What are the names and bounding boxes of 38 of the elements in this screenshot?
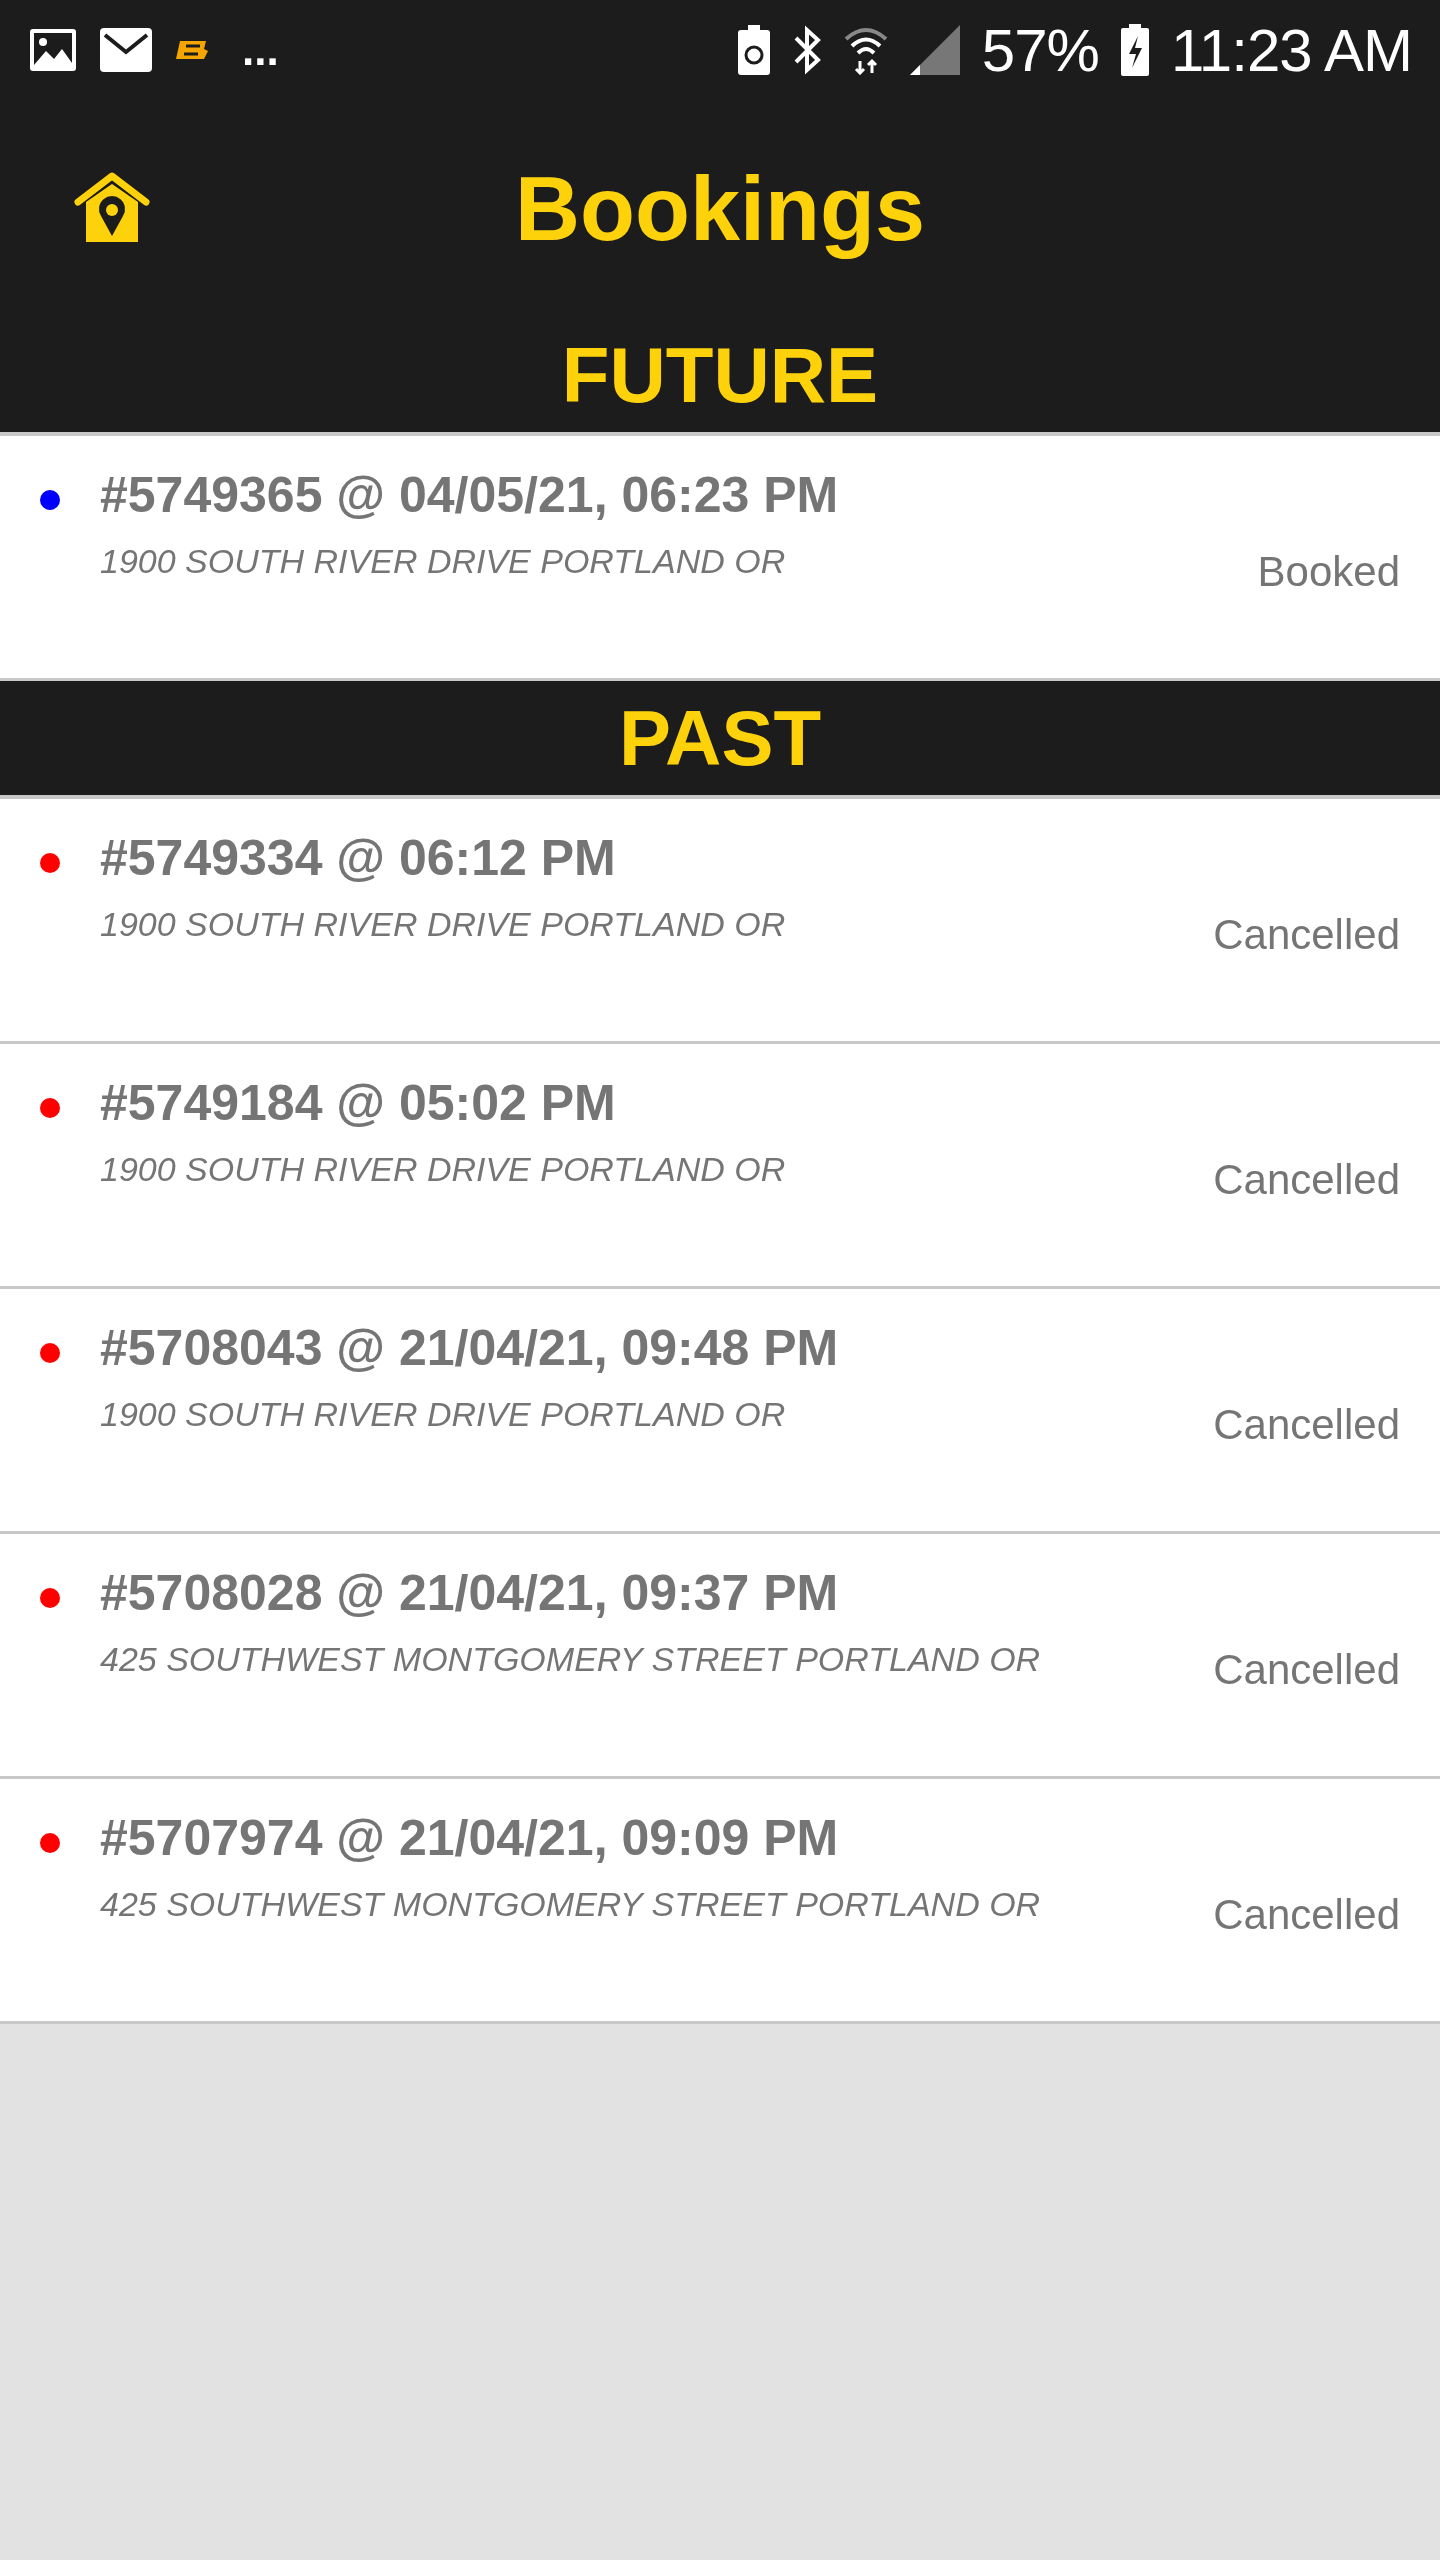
booking-row[interactable]: #5749334 @ 06:12 PM 1900 SOUTH RIVER DRIVE PORTLAND OR Cancelled (0, 799, 1440, 1044)
more-notifications: ... (242, 25, 279, 75)
signal-icon (909, 25, 960, 75)
home-location-button[interactable] (74, 172, 150, 244)
booking-title: #5749334 @ 06:12 PM (100, 829, 617, 887)
booking-row[interactable]: #5749365 @ 04/05/21, 06:23 PM 1900 SOUTH RIVER DRIVE PORTLAND OR Booked (0, 436, 1440, 681)
booking-title: #5749184 @ 05:02 PM (100, 1074, 617, 1132)
battery-charging-icon (1120, 24, 1149, 76)
booking-status: Cancelled (1213, 1401, 1400, 1450)
booking-row[interactable]: #5749184 @ 05:02 PM 1900 SOUTH RIVER DRIVE PORTLAND OR Cancelled (0, 1044, 1440, 1289)
booking-title: #5707974 @ 21/04/21, 09:09 PM (100, 1809, 840, 1867)
booking-status: Cancelled (1213, 1646, 1400, 1695)
booking-address: 1900 SOUTH RIVER DRIVE PORTLAND OR (100, 905, 787, 944)
booking-address: 425 SOUTHWEST MONTGOMERY STREET PORTLAND OR (100, 1640, 1042, 1679)
battery-saver-icon (737, 25, 770, 75)
booking-address: 1900 SOUTH RIVER DRIVE PORTLAND OR (100, 542, 787, 581)
booking-address: 425 SOUTHWEST MONTGOMERY STREET PORTLAND OR (100, 1885, 1042, 1924)
booking-title: #5708028 @ 21/04/21, 09:37 PM (100, 1564, 840, 1622)
booking-status: Cancelled (1213, 911, 1400, 960)
booking-title: #5708043 @ 21/04/21, 09:48 PM (100, 1319, 840, 1377)
booking-status: Booked (1257, 548, 1400, 597)
booking-row[interactable]: #5707974 @ 21/04/21, 09:09 PM 425 SOUTHWEST MONTGOMERY STREET PORTLAND OR Cancelled (0, 1779, 1440, 2024)
booking-title: #5749365 @ 04/05/21, 06:23 PM (100, 466, 840, 524)
booking-status: Cancelled (1213, 1891, 1400, 1940)
app-logo-icon (174, 39, 210, 61)
booking-status: Cancelled (1213, 1156, 1400, 1205)
battery-percentage: 57% (981, 15, 1099, 85)
clock: 11:23 AM (1170, 15, 1412, 85)
booking-address: 1900 SOUTH RIVER DRIVE PORTLAND OR (100, 1150, 787, 1189)
booking-address: 1900 SOUTH RIVER DRIVE PORTLAND OR (100, 1395, 787, 1434)
wifi-icon (843, 25, 888, 75)
page-title: Bookings (515, 157, 925, 261)
mail-icon (100, 28, 152, 72)
section-title: PAST (618, 692, 822, 784)
section-title: FUTURE (561, 329, 879, 421)
booking-row[interactable]: #5708028 @ 21/04/21, 09:37 PM 425 SOUTHWEST MONTGOMERY STREET PORTLAND OR Cancelled (0, 1534, 1440, 1779)
booking-row[interactable]: #5708043 @ 21/04/21, 09:48 PM 1900 SOUTH RIVER DRIVE PORTLAND OR Cancelled (0, 1289, 1440, 1534)
gallery-icon (28, 27, 78, 73)
